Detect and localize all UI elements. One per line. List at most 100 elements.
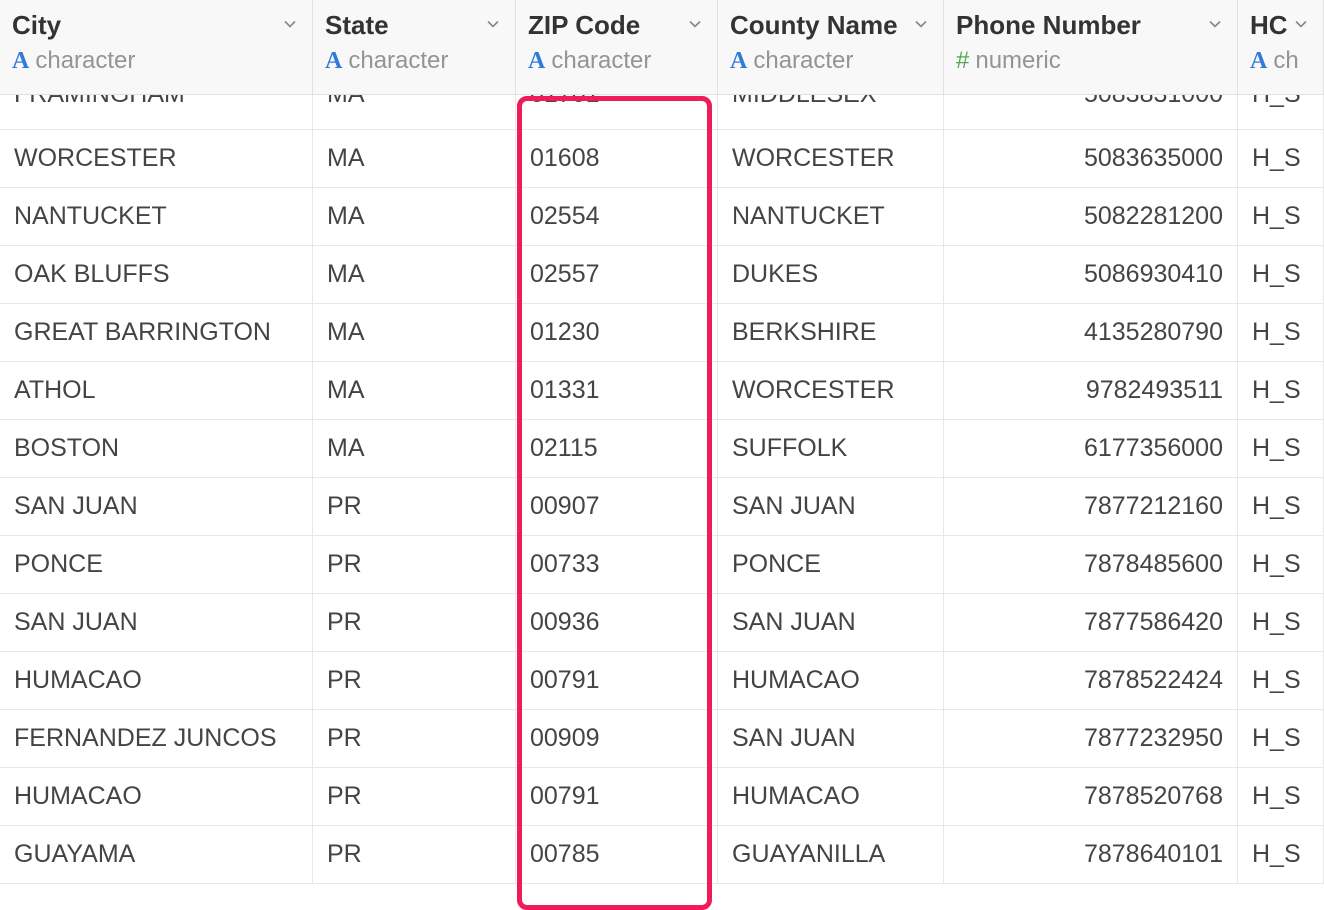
cell-county[interactable]: BERKSHIRE (718, 304, 944, 362)
cell-state[interactable]: MA (313, 130, 516, 188)
cell-county[interactable]: WORCESTER (718, 130, 944, 188)
cell-county[interactable]: WORCESTER (718, 362, 944, 420)
cell-zip[interactable]: 00909 (516, 710, 718, 768)
cell-hc[interactable]: H_S (1238, 478, 1324, 536)
cell-state[interactable]: MA (313, 362, 516, 420)
cell-city[interactable]: HUMACAO (0, 652, 313, 710)
cell-city[interactable]: FERNANDEZ JUNCOS (0, 710, 313, 768)
cell-city[interactable]: OAK BLUFFS (0, 246, 313, 304)
cell-county[interactable]: NANTUCKET (718, 188, 944, 246)
cell-hc[interactable]: H_S (1238, 420, 1324, 478)
cell-county[interactable]: PONCE (718, 536, 944, 594)
cell-state[interactable]: PR (313, 536, 516, 594)
cell-hc[interactable]: H_S (1238, 304, 1324, 362)
cell-county[interactable]: SAN JUAN (718, 710, 944, 768)
cell-hc[interactable]: H_S (1238, 826, 1324, 884)
cell-city[interactable]: SAN JUAN (0, 478, 313, 536)
cell-county[interactable]: SUFFOLK (718, 420, 944, 478)
column-header-city[interactable]: CityAcharacter (0, 0, 313, 95)
column-header-phone[interactable]: Phone Number#numeric (944, 0, 1238, 95)
cell-zip[interactable]: 00936 (516, 594, 718, 652)
cell-hc[interactable]: H_S (1238, 536, 1324, 594)
cell-state[interactable]: MA (313, 304, 516, 362)
cell-zip[interactable]: 00733 (516, 536, 718, 594)
cell-city[interactable]: GREAT BARRINGTON (0, 304, 313, 362)
cell-city[interactable]: FRAMINGHAM (0, 95, 313, 130)
cell-hc[interactable]: H_S (1238, 362, 1324, 420)
cell-zip[interactable]: 02115 (516, 420, 718, 478)
cell-city[interactable]: SAN JUAN (0, 594, 313, 652)
cell-city[interactable]: GUAYAMA (0, 826, 313, 884)
cell-county[interactable]: SAN JUAN (718, 478, 944, 536)
cell-hc[interactable]: H_S (1238, 246, 1324, 304)
cell-county[interactable]: SAN JUAN (718, 594, 944, 652)
cell-hc[interactable]: H_S (1238, 710, 1324, 768)
cell-zip[interactable]: 02557 (516, 246, 718, 304)
cell-state[interactable]: PR (313, 826, 516, 884)
cell-state[interactable]: MA (313, 188, 516, 246)
chevron-down-icon[interactable] (1291, 14, 1311, 34)
cell-city[interactable]: BOSTON (0, 420, 313, 478)
cell-county[interactable]: HUMACAO (718, 768, 944, 826)
cell-hc[interactable]: H_S (1238, 188, 1324, 246)
cell-hc[interactable]: H_S (1238, 652, 1324, 710)
cell-phone[interactable]: 7878485600 (944, 536, 1238, 594)
cell-hc[interactable]: H_S (1238, 95, 1324, 130)
cell-phone[interactable]: 5083831000 (944, 95, 1238, 130)
cell-county[interactable]: DUKES (718, 246, 944, 304)
cell-state[interactable]: MA (313, 420, 516, 478)
cell-phone[interactable]: 7878640101 (944, 826, 1238, 884)
cell-state[interactable]: PR (313, 710, 516, 768)
cell-hc[interactable]: H_S (1238, 594, 1324, 652)
cell-zip[interactable]: 00907 (516, 478, 718, 536)
character-type-icon: A (528, 48, 545, 75)
cell-zip[interactable]: 00791 (516, 652, 718, 710)
cell-zip[interactable]: 00785 (516, 826, 718, 884)
column-header-hc[interactable]: HCAch (1238, 0, 1324, 95)
cell-city[interactable]: WORCESTER (0, 130, 313, 188)
cell-phone[interactable]: 6177356000 (944, 420, 1238, 478)
cell-phone[interactable]: 5086930410 (944, 246, 1238, 304)
cell-state[interactable]: PR (313, 768, 516, 826)
cell-phone[interactable]: 5082281200 (944, 188, 1238, 246)
cell-phone[interactable]: 7877586420 (944, 594, 1238, 652)
cell-phone[interactable]: 7877232950 (944, 710, 1238, 768)
column-header-county[interactable]: County NameAcharacter (718, 0, 944, 95)
column-type: Acharacter (12, 47, 300, 75)
cell-zip[interactable]: 01230 (516, 304, 718, 362)
chevron-down-icon[interactable] (483, 14, 503, 34)
column-header-zip[interactable]: ZIP CodeAcharacter (516, 0, 718, 95)
chevron-down-icon[interactable] (685, 14, 705, 34)
cell-phone[interactable]: 4135280790 (944, 304, 1238, 362)
cell-zip[interactable]: 01701 (516, 95, 718, 130)
cell-zip[interactable]: 02554 (516, 188, 718, 246)
cell-county[interactable]: HUMACAO (718, 652, 944, 710)
cell-zip[interactable]: 00791 (516, 768, 718, 826)
cell-phone[interactable]: 7877212160 (944, 478, 1238, 536)
cell-phone[interactable]: 7878522424 (944, 652, 1238, 710)
cell-state[interactable]: MA (313, 246, 516, 304)
cell-state[interactable]: PR (313, 594, 516, 652)
character-type-icon: A (1250, 48, 1267, 75)
cell-phone[interactable]: 7878520768 (944, 768, 1238, 826)
cell-hc[interactable]: H_S (1238, 130, 1324, 188)
cell-state[interactable]: MA (313, 95, 516, 130)
cell-state[interactable]: PR (313, 478, 516, 536)
cell-city[interactable]: NANTUCKET (0, 188, 313, 246)
cell-city[interactable]: PONCE (0, 536, 313, 594)
chevron-down-icon[interactable] (1205, 14, 1225, 34)
cell-county[interactable]: MIDDLESEX (718, 95, 944, 130)
cell-county[interactable]: GUAYANILLA (718, 826, 944, 884)
cell-phone[interactable]: 5083635000 (944, 130, 1238, 188)
column-header-state[interactable]: StateAcharacter (313, 0, 516, 95)
cell-zip[interactable]: 01608 (516, 130, 718, 188)
cell-state[interactable]: PR (313, 652, 516, 710)
cell-zip[interactable]: 01331 (516, 362, 718, 420)
chevron-down-icon[interactable] (280, 14, 300, 34)
chevron-down-icon[interactable] (911, 14, 931, 34)
column-type: Acharacter (528, 47, 705, 75)
cell-hc[interactable]: H_S (1238, 768, 1324, 826)
cell-city[interactable]: ATHOL (0, 362, 313, 420)
cell-city[interactable]: HUMACAO (0, 768, 313, 826)
cell-phone[interactable]: 9782493511 (944, 362, 1238, 420)
